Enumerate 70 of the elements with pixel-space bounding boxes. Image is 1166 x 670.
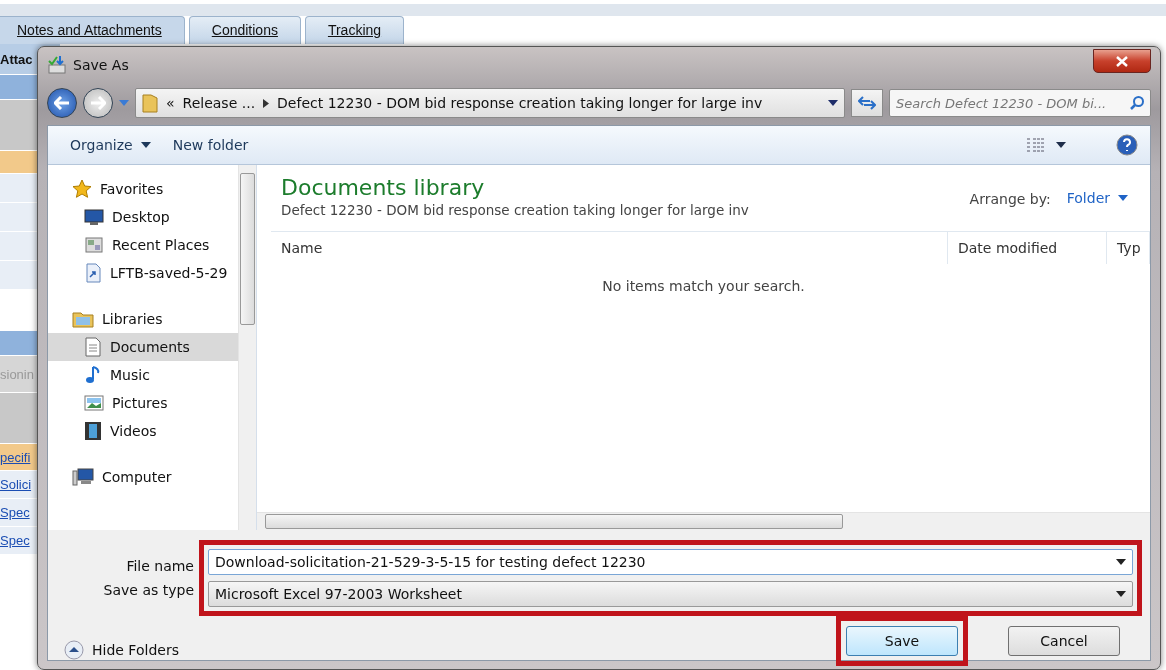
refresh-icon xyxy=(858,95,876,111)
folder-icon xyxy=(142,93,158,113)
column-header[interactable]: Date modified xyxy=(948,232,1107,264)
caret-icon xyxy=(119,100,129,106)
hide-folders-button[interactable]: Hide Folders xyxy=(64,640,179,660)
new-folder-button[interactable]: New folder xyxy=(166,133,255,157)
field-label: Save as type xyxy=(103,582,195,598)
back-button[interactable] xyxy=(47,88,77,118)
page-tab[interactable]: Notes and Attachments xyxy=(0,16,185,44)
breadcrumb-item[interactable]: Release ... xyxy=(182,95,256,111)
pictures-icon xyxy=(84,394,104,412)
page-tab[interactable]: Tracking xyxy=(304,16,405,44)
film-icon xyxy=(84,421,102,441)
library-path: Defect 12230 - DOM bid response creation taking longer for large inv xyxy=(281,202,750,218)
caret-icon xyxy=(1118,195,1128,201)
caret-icon xyxy=(1116,591,1126,597)
column-header[interactable]: Typ xyxy=(1107,232,1150,264)
field-label: File name xyxy=(126,558,195,574)
star-icon xyxy=(72,179,92,199)
desktop-icon xyxy=(84,208,104,226)
caret-icon xyxy=(140,142,151,148)
shortcut-icon xyxy=(84,263,102,283)
chevron-right-icon xyxy=(263,98,270,108)
library-title: Documents library xyxy=(281,175,486,200)
refresh-button[interactable] xyxy=(851,89,883,117)
caret-icon xyxy=(828,100,838,106)
forward-arrow-icon xyxy=(90,96,106,110)
address-bar[interactable]: « Release ... Defect 12230 - DOM bid response creation taking longer for large inv xyxy=(135,88,845,118)
page-text: sionin xyxy=(0,366,34,382)
navigation-item[interactable]: Pictures xyxy=(48,389,238,417)
dialog-button[interactable]: Cancel xyxy=(1008,626,1120,656)
page-text: Attac xyxy=(0,51,33,67)
help-icon[interactable] xyxy=(1116,134,1138,156)
save-icon xyxy=(47,55,67,75)
arrange-dropdown[interactable]: Folder xyxy=(1064,188,1130,208)
breadcrumb-item[interactable]: Defect 12230 - DOM bid response creation taking longer for large inv xyxy=(277,95,763,111)
breadcrumb-overflow[interactable]: « xyxy=(166,95,175,111)
navigation-item[interactable]: Libraries xyxy=(48,305,238,333)
empty-message: No items match your search. xyxy=(602,278,805,294)
forward-button[interactable] xyxy=(83,88,113,118)
arrange-label: Arrange by: xyxy=(969,191,1051,207)
search-icon xyxy=(1129,95,1145,111)
navigation-item[interactable]: LFTB-saved-5-29 xyxy=(48,259,238,287)
dialog-title: Save As xyxy=(73,57,130,73)
dialog-button[interactable]: Save xyxy=(846,626,958,656)
horizontal-scrollbar[interactable] xyxy=(257,512,1150,530)
caret-icon xyxy=(1116,559,1126,565)
vertical-scrollbar[interactable] xyxy=(238,165,256,530)
close-button[interactable] xyxy=(1093,49,1151,73)
navigation-item[interactable]: Recent Places xyxy=(48,231,238,259)
navigation-item[interactable]: Desktop xyxy=(48,203,238,231)
document-icon xyxy=(84,337,102,357)
library-icon xyxy=(72,310,94,328)
file-name-field[interactable]: Download-solicitation-21-529-3-5-15 for testing defect 12230 xyxy=(208,549,1133,575)
back-arrow-icon xyxy=(54,96,70,110)
caret-icon xyxy=(1056,142,1066,148)
computer-icon xyxy=(72,467,94,487)
navigation-item[interactable]: Videos xyxy=(48,417,238,445)
search-field[interactable]: Search Defect 12230 - DOM bi... xyxy=(889,89,1151,117)
music-note-icon xyxy=(84,365,102,385)
navigation-item[interactable]: Documents xyxy=(48,333,238,361)
file-type-dropdown[interactable]: Microsoft Excel 97-2003 Worksheet xyxy=(208,581,1133,607)
page-tab[interactable]: Conditions xyxy=(188,16,301,44)
navigation-item[interactable]: Music xyxy=(48,361,238,389)
organize-button[interactable]: Organize xyxy=(64,133,157,157)
column-header[interactable]: Name xyxy=(271,232,948,264)
navigation-item[interactable]: Computer xyxy=(48,463,238,491)
recent-places-icon xyxy=(84,235,104,255)
navigation-item[interactable]: Favorites xyxy=(48,175,238,203)
close-icon xyxy=(1116,55,1128,67)
